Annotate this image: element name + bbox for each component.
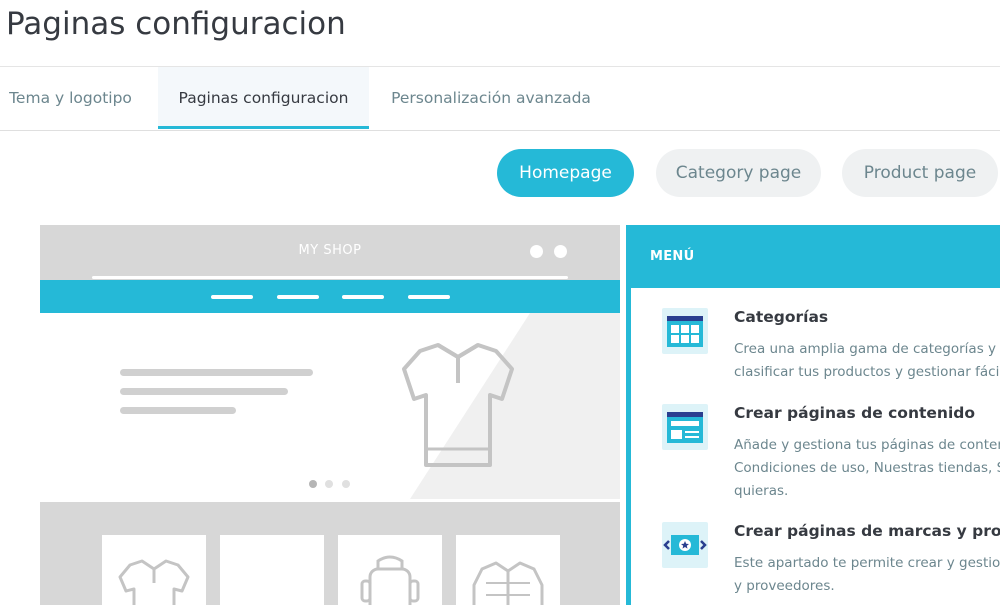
hero-background-shape [410,313,620,499]
preview-header-line [92,276,568,279]
menu-item-description-line: Este apartado te permite crear y gestio [734,555,1000,571]
menu-item-description-line: y proveedores. [734,578,835,594]
menu-item-title: Crear páginas de contenido [734,404,975,422]
carousel-dot [325,480,333,488]
preview-menu-item [342,295,384,299]
preview-products-section [40,502,620,605]
backpack-icon [360,555,420,605]
menu-panel: MENÚ Categorías Crea una amplia gama de … [626,225,1000,605]
menu-item-description-line: clasificar tus productos y gestionar fác… [734,364,1000,380]
homepage-button[interactable]: Homepage [497,149,634,197]
preview-product-card [338,535,442,605]
menu-item-title: Categorías [734,308,829,326]
page-title: Paginas configuracion [6,6,346,42]
product-page-button[interactable]: Product page [842,149,998,197]
preview-product-card [102,535,206,605]
menu-item-description-line: Añade y gestiona tus páginas de conter [734,437,1000,453]
preview-hero-banner [40,313,620,499]
hero-text-line [120,369,313,376]
content-page-icon [662,404,708,450]
tab-personalizacion-avanzada[interactable]: Personalización avanzada [386,67,596,129]
menu-panel-title: MENÚ [650,249,695,264]
preview-menu-bar [40,280,620,313]
preview-menu-item [211,295,253,299]
shop-preview: MY SHOP [40,225,620,605]
menu-item-description: Crea una amplia gama de categorías y s c… [734,338,1000,384]
menu-item-description: Este apartado te permite crear y gestio … [734,552,1000,598]
polo-shirt-icon [118,559,190,605]
preview-header-dot [530,245,543,258]
preview-menu-item [408,295,450,299]
menu-item-description: Añade y gestiona tus páginas de conter C… [734,434,1000,503]
category-page-button[interactable]: Category page [656,149,821,197]
preview-product-card [220,535,324,605]
polo-shirt-icon [402,343,514,467]
carousel-dot-active [309,480,317,488]
preview-menu-item [277,295,319,299]
brands-carousel-icon [662,522,708,568]
tab-tema-y-logotipo[interactable]: Tema y logotipo [0,67,141,129]
menu-item-description-line: Crea una amplia gama de categorías y s [734,341,1000,357]
menu-item-description-line: Condiciones de uso, Nuestras tiendas, S [734,460,1000,476]
hero-text-line [120,388,288,395]
menu-panel-body: Categorías Crea una amplia gama de categ… [631,288,1000,605]
preview-header: MY SHOP [40,225,620,280]
tab-bar: Tema y logotipo Paginas configuracion Pe… [0,67,1000,131]
preview-product-card [456,535,560,605]
categories-icon [662,308,708,354]
carousel-dot [342,480,350,488]
shirt-icon [220,535,324,605]
hero-text-line [120,407,236,414]
menu-item-title: Crear páginas de marcas y provee [734,522,1000,540]
jacket-icon [472,561,544,605]
tab-paginas-configuracion[interactable]: Paginas configuracion [158,67,369,129]
preview-header-dot [554,245,567,258]
menu-item-description-line: quieras. [734,483,789,499]
